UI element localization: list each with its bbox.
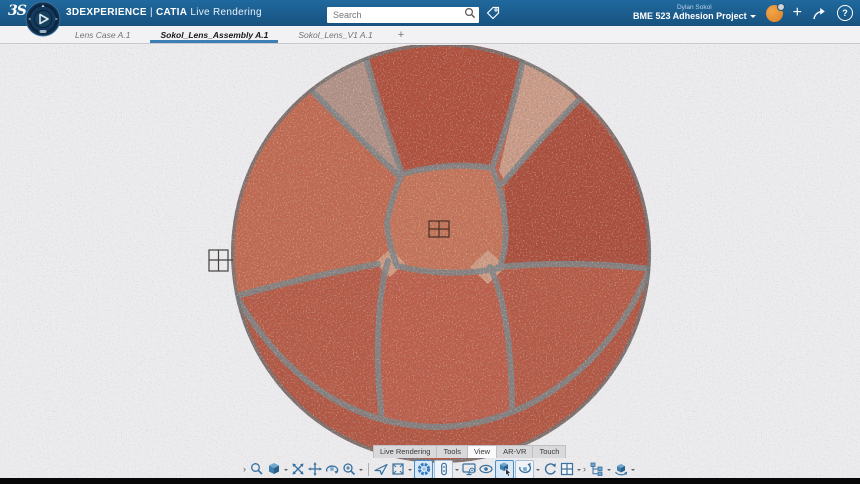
fit-all-in-button[interactable] (290, 461, 306, 477)
exploded-cube-icon (613, 461, 629, 477)
document-tab-bar: Lens Case A.1Sokol_Lens_Assembly A.1Soko… (0, 26, 860, 44)
display-settings-button[interactable] (461, 461, 477, 477)
model-tree-dropdown-caret[interactable] (607, 469, 611, 473)
tool-tab-view[interactable]: View (468, 445, 497, 458)
multi-viewport-dropdown-caret[interactable] (577, 469, 581, 473)
app-name: CATIA (156, 7, 187, 18)
tab-lens-case-a-1[interactable]: Lens Case A.1 (60, 26, 145, 43)
manipulate-button[interactable] (495, 460, 514, 479)
capsule-icon (436, 461, 452, 477)
live-rendering-mode-button[interactable] (414, 460, 433, 479)
tool-category-tabs: Live RenderingToolsViewAR-VRTouch (373, 445, 566, 458)
chevron-down-icon (750, 15, 756, 21)
app-mode: Live Rendering (190, 7, 261, 18)
tool-tab-live-rendering[interactable]: Live Rendering (373, 445, 437, 458)
lens-assembly-render (0, 45, 860, 484)
fit-all-icon (290, 461, 306, 477)
tag-icon[interactable] (486, 6, 500, 20)
zoom-icon (341, 461, 357, 477)
multi-viewport-button[interactable] (559, 461, 575, 477)
look-at-icon (478, 461, 494, 477)
render-quality-button[interactable] (434, 460, 453, 479)
render-viewport[interactable]: Live RenderingToolsViewAR-VRTouch ›› (0, 45, 860, 484)
search-box (327, 5, 479, 21)
render-ring-icon (416, 461, 432, 477)
manipulate-icon (497, 461, 513, 477)
notification-dot (777, 3, 785, 11)
brand-name: 3DEXPERIENCE (66, 7, 147, 18)
face-view-icon (390, 461, 406, 477)
zoom-dropdown-caret[interactable] (359, 469, 363, 473)
render-quality-dropdown-caret[interactable] (455, 469, 459, 473)
zoom-fit-icon (249, 461, 265, 477)
turntable-icon (517, 461, 533, 477)
zoom-button[interactable] (341, 461, 357, 477)
model-tree-button[interactable] (589, 461, 605, 477)
rotate-button[interactable] (324, 461, 340, 477)
search-input[interactable] (327, 7, 479, 23)
bottom-black-strip (0, 478, 860, 484)
pan-button[interactable] (307, 461, 323, 477)
exploded-view-button[interactable] (613, 461, 629, 477)
iso-view-button[interactable] (266, 461, 282, 477)
top-bar: 3S 3DEXPERIENCE | CATIA Live Rendering (0, 0, 860, 26)
app-title: 3DEXPERIENCE | CATIA Live Rendering (66, 7, 262, 18)
update-render-button[interactable] (542, 461, 558, 477)
normal-view-dropdown-caret[interactable] (408, 469, 412, 473)
exploded-view-dropdown-caret[interactable] (631, 469, 635, 473)
search-icon[interactable] (464, 7, 476, 19)
tree-icon (589, 461, 605, 477)
look-at-button[interactable] (478, 461, 494, 477)
iso-cube-icon (266, 461, 282, 477)
3d-compass[interactable] (25, 1, 61, 37)
tool-tab-touch[interactable]: Touch (533, 445, 566, 458)
toolbar-overflow-chevron-icon[interactable]: › (243, 464, 246, 474)
fly-mode-button[interactable] (373, 461, 389, 477)
title-divider: | (150, 7, 153, 18)
dassault-3ds-logo: 3S (8, 3, 26, 19)
fly-icon (373, 461, 389, 477)
normal-view-button[interactable] (390, 461, 406, 477)
iso-view-dropdown-caret[interactable] (284, 469, 288, 473)
tool-tab-tools[interactable]: Tools (437, 445, 468, 458)
share-icon[interactable] (812, 7, 827, 20)
turntable-button[interactable] (515, 460, 534, 479)
help-icon[interactable]: ? (837, 5, 853, 21)
tool-tab-ar-vr[interactable]: AR-VR (497, 445, 533, 458)
turntable-dropdown-caret[interactable] (536, 469, 540, 473)
display-settings-icon (461, 461, 477, 477)
view-toolbar: ›› (243, 459, 636, 479)
grid-view-icon (559, 461, 575, 477)
new-tab-button[interactable]: + (388, 26, 414, 43)
project-selector[interactable]: Dylan Sokol BME 523 Adhesion Project (633, 5, 756, 22)
zoom-area-button[interactable] (249, 461, 265, 477)
add-button[interactable]: + (793, 5, 802, 21)
tab-sokol-lens-assembly-a-1[interactable]: Sokol_Lens_Assembly A.1 (145, 26, 283, 43)
toolbar-separator (368, 463, 369, 476)
project-name: BME 523 Adhesion Project (633, 12, 747, 21)
avatar[interactable] (766, 5, 783, 22)
refresh-icon (542, 461, 558, 477)
tab-sokol-lens-v1-a-1[interactable]: Sokol_Lens_V1 A.1 (283, 26, 387, 43)
rotate-icon (324, 461, 340, 477)
pan-icon (307, 461, 323, 477)
toolbar-more-chevron-icon[interactable]: › (583, 464, 586, 474)
